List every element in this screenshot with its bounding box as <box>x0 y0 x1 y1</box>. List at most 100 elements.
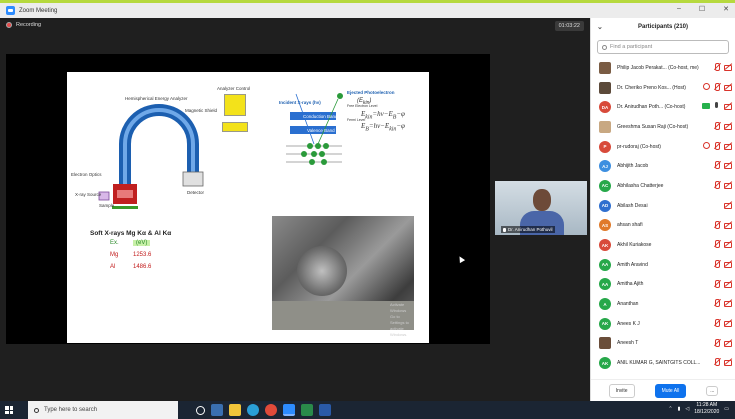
participant-status-icons <box>724 201 732 209</box>
participant-row[interactable]: Philip Jacob Perakat... (Co-host, me) <box>591 58 735 78</box>
presenter-video[interactable]: Dr. Anirudhan Pothuvil <box>495 181 587 235</box>
taskbar-clock[interactable]: 11:28 AM 18/12/2020 <box>694 402 719 416</box>
mic-muted-icon <box>713 279 721 288</box>
xps-instrument-photo: Activate Windows Go to Settings to activ… <box>272 216 414 337</box>
video-off-icon <box>724 299 732 308</box>
table-header-left: Ex. <box>110 240 119 246</box>
file-explorer-icon[interactable] <box>229 404 241 416</box>
avatar: AA <box>599 278 611 291</box>
activate-windows-watermark: Activate Windows Go to Settings to activ… <box>390 302 409 337</box>
participants-title: Participants (210) <box>637 24 689 30</box>
row-mg-energy: 1253.6 <box>133 252 152 258</box>
more-button[interactable]: ... <box>706 385 719 396</box>
participant-status-icons <box>713 259 732 268</box>
taskbar-search-placeholder: Type here to search <box>44 407 98 413</box>
avatar: AA <box>599 258 611 271</box>
mic-muted-icon <box>713 82 721 91</box>
participant-status-icons <box>703 141 732 150</box>
mic-muted-icon <box>713 259 721 268</box>
participant-row[interactable]: A Ananthan <box>591 294 735 314</box>
participant-row[interactable]: DA Dr. Anirudhan Poth... (Co-host) <box>591 97 735 117</box>
volume-icon[interactable]: ◁ <box>685 406 689 412</box>
recording-permission-icon <box>703 141 710 149</box>
participant-status-icons <box>713 358 732 367</box>
excel-icon[interactable] <box>301 404 313 416</box>
participant-row[interactable]: Aneesh T <box>591 334 735 354</box>
participant-name: Amitha Ajith <box>617 281 644 288</box>
participant-name: Amith Aravind <box>617 261 648 268</box>
invite-button[interactable]: Invite <box>608 383 635 398</box>
participant-status-icons <box>703 82 732 91</box>
chrome-icon[interactable] <box>265 404 277 416</box>
participant-status-icons <box>713 181 732 190</box>
zoom-app-icon <box>6 6 15 15</box>
screen-share-icon <box>702 103 710 110</box>
participant-row[interactable]: Dr. Cheriko Preno Kos... (Host) <box>591 78 735 98</box>
mute-all-button[interactable]: Mute All <box>654 383 687 398</box>
equation-2: EB=hν−Ekin−φ <box>361 122 405 133</box>
recording-label: Recording <box>16 22 42 28</box>
video-off-icon <box>724 102 732 111</box>
taskbar-search-input[interactable]: Type here to search <box>28 401 178 419</box>
avatar <box>599 81 611 94</box>
edge-icon[interactable] <box>247 404 259 416</box>
avatar: AS <box>599 219 611 232</box>
window-titlebar: Zoom Meeting – ☐ ✕ <box>0 0 735 18</box>
participant-row[interactable]: AA Amitha Ajith <box>591 275 735 295</box>
participant-row[interactable]: AK ANIL KUMAR G, SAINTGITS COLL... <box>591 353 735 373</box>
participant-row[interactable]: AS ahsan shafi <box>591 216 735 236</box>
participant-row[interactable]: AD Abilash Desai <box>591 196 735 216</box>
participant-name: pr-rudoraj (Co-host) <box>617 143 661 150</box>
shared-slide: Hemispherical Energy Analyzer Magnetic S… <box>67 72 429 343</box>
collapse-chevron-icon[interactable]: ⌄ <box>597 23 603 31</box>
participants-footer: Invite Mute All ... <box>591 379 735 401</box>
participants-header: ⌄ Participants (210) <box>591 18 735 36</box>
minimize-button[interactable]: – <box>677 5 681 13</box>
participant-row[interactable]: AC Abhilasha Chatterjee <box>591 176 735 196</box>
task-view-icon[interactable] <box>196 405 205 415</box>
equation-1: Ekin=hν−EB−φ <box>361 110 405 121</box>
participant-name: Ananthan <box>617 301 639 308</box>
tray-chevron-icon[interactable]: ⌃ <box>668 406 672 412</box>
participant-row[interactable]: AA Amith Aravind <box>591 255 735 275</box>
participant-name: Dr. Anirudhan Poth... (Co-host) <box>617 104 686 111</box>
maximize-button[interactable]: ☐ <box>699 5 705 13</box>
video-off-icon <box>724 260 732 268</box>
start-button[interactable] <box>0 401 18 419</box>
vacuum-chamber <box>297 246 347 296</box>
mic-muted-icon <box>713 63 721 71</box>
video-off-icon <box>724 63 732 71</box>
mic-muted-icon <box>713 299 721 308</box>
taskbar-app-icon[interactable] <box>211 404 223 416</box>
participant-status-icons <box>713 279 732 288</box>
windows-logo-icon <box>5 406 13 414</box>
video-off-icon <box>724 122 732 131</box>
word-icon[interactable] <box>319 404 331 416</box>
participant-status-icons <box>713 240 732 249</box>
video-off-icon <box>724 240 732 249</box>
participant-search-input[interactable]: Find a participant <box>597 40 729 54</box>
mic-muted-icon <box>713 338 721 347</box>
participant-name: ANIL KUMAR G, SAINTGITS COLL... <box>617 360 701 367</box>
participant-name: Aneesh T <box>617 340 639 347</box>
recording-indicator[interactable]: Recording <box>6 22 41 28</box>
analyzer-control-box <box>224 94 246 116</box>
participant-row[interactable]: Ppr-rudoraj (Co-host) <box>591 137 735 157</box>
notifications-icon[interactable]: ▭ <box>724 406 729 412</box>
video-off-icon <box>724 161 732 170</box>
participant-row[interactable]: AK Anees K J <box>591 314 735 334</box>
video-off-icon <box>724 142 732 150</box>
window-title: Zoom Meeting <box>19 7 58 14</box>
mic-muted-icon <box>713 240 721 249</box>
participant-row[interactable]: Greeshma Susan Raji (Co-host) <box>591 117 735 137</box>
close-button[interactable]: ✕ <box>723 5 729 13</box>
xray-source-label: X-ray Source <box>75 192 102 197</box>
avatar: AJ <box>599 160 611 173</box>
network-icon[interactable]: ▮ <box>678 406 681 412</box>
zoom-taskbar-icon[interactable] <box>283 404 295 416</box>
participant-row[interactable]: AJ Abhijith Jacob <box>591 156 735 176</box>
detector-label: Detector <box>187 190 205 195</box>
row-al-element: Al <box>110 264 116 270</box>
avatar: AK <box>599 239 611 252</box>
participant-row[interactable]: AK Akhil Kuriakose <box>591 235 735 255</box>
